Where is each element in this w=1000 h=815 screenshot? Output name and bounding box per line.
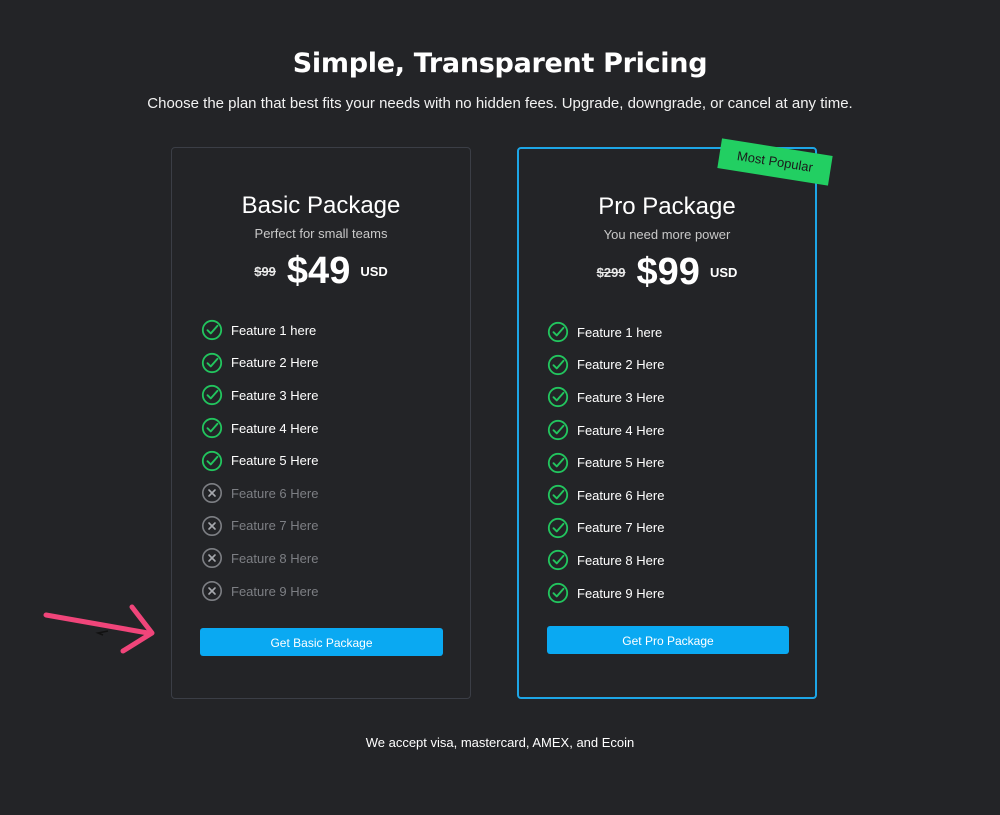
feature-label: Feature 4 Here — [231, 420, 319, 436]
feature-item: Feature 3 Here — [201, 379, 318, 412]
feature-item: Feature 8 Here — [201, 542, 318, 575]
currency-label: USD — [360, 263, 388, 279]
feature-item: Feature 5 Here — [547, 446, 664, 479]
check-circle-icon — [547, 452, 569, 474]
price-row: $299 $99 USD — [519, 249, 815, 295]
feature-label: Feature 1 here — [231, 322, 317, 338]
arrow-annotation-icon — [43, 604, 155, 654]
currency-label: USD — [709, 264, 738, 280]
price-row: $99 $49 USD — [172, 248, 470, 294]
check-circle-icon — [547, 354, 569, 376]
old-price: $99 — [254, 263, 276, 279]
feature-item: Feature 2 Here — [201, 347, 318, 380]
feature-list: Feature 1 here Feature 2 Here Feature 3 He… — [547, 316, 664, 609]
feature-item: Feature 9 Here — [201, 575, 318, 608]
feature-label: Feature 4 Here — [577, 422, 665, 438]
check-circle-icon — [547, 419, 569, 441]
feature-label: Feature 3 Here — [231, 387, 319, 403]
feature-item: Feature 1 here — [547, 316, 664, 349]
plan-name: Pro Package — [598, 193, 736, 220]
feature-label: Feature 8 Here — [577, 552, 665, 568]
get-pro-package-button[interactable]: Get Pro Package — [547, 626, 789, 654]
feature-label: Feature 7 Here — [231, 518, 319, 534]
current-price: $99 — [636, 250, 700, 293]
page-subtitle: Choose the plan that best fits your need… — [147, 95, 853, 112]
feature-item: Feature 6 Here — [547, 479, 664, 512]
x-circle-icon — [201, 482, 223, 504]
feature-label: Feature 5 Here — [231, 453, 319, 469]
check-circle-icon — [201, 319, 223, 341]
feature-label: Feature 3 Here — [577, 389, 665, 405]
feature-list: Feature 1 here Feature 2 Here Feature 3 He… — [201, 314, 318, 607]
feature-label: Feature 7 Here — [577, 520, 665, 536]
feature-item: Feature 3 Here — [547, 381, 664, 414]
feature-item: Feature 8 Here — [547, 544, 664, 577]
feature-label: Feature 9 Here — [577, 585, 665, 601]
feature-label: Feature 1 here — [577, 324, 663, 340]
plan-description: Perfect for small teams — [254, 226, 388, 241]
check-circle-icon — [547, 484, 569, 506]
old-price: $299 — [596, 264, 626, 280]
check-circle-icon — [201, 384, 223, 406]
pro-plan-card: Pro Package You need more power $299 $99… — [517, 147, 817, 699]
basic-plan-card: Basic Package Perfect for small teams $9… — [171, 147, 471, 699]
check-circle-icon — [547, 517, 569, 539]
check-circle-icon — [201, 352, 223, 374]
current-price: $49 — [286, 249, 351, 292]
x-circle-icon — [201, 547, 223, 569]
check-circle-icon — [201, 450, 223, 472]
feature-label: Feature 8 Here — [231, 550, 319, 566]
check-circle-icon — [201, 417, 223, 439]
feature-label: Feature 2 Here — [577, 357, 665, 373]
feature-item: Feature 6 Here — [201, 477, 318, 510]
check-circle-icon — [547, 321, 569, 343]
feature-label: Feature 9 Here — [231, 583, 319, 599]
feature-item: Feature 7 Here — [547, 512, 664, 545]
feature-item: Feature 7 Here — [201, 510, 318, 543]
payment-note: We accept visa, mastercard, AMEX, and Ec… — [365, 735, 635, 750]
feature-item: Feature 9 Here — [547, 577, 664, 610]
x-circle-icon — [201, 515, 223, 537]
feature-label: Feature 6 Here — [577, 487, 665, 503]
get-basic-package-button[interactable]: Get Basic Package — [200, 628, 443, 656]
feature-label: Feature 6 Here — [231, 485, 319, 501]
x-circle-icon — [201, 580, 223, 602]
pricing-page: Simple, Transparent Pricing Choose the p… — [0, 0, 1000, 815]
check-circle-icon — [547, 582, 569, 604]
feature-item: Feature 5 Here — [201, 444, 318, 477]
page-title: Simple, Transparent Pricing — [292, 48, 708, 79]
check-circle-icon — [547, 386, 569, 408]
plan-description: You need more power — [603, 227, 731, 242]
feature-item: Feature 2 Here — [547, 349, 664, 382]
feature-label: Feature 2 Here — [231, 355, 319, 371]
feature-label: Feature 5 Here — [577, 455, 665, 471]
feature-item: Feature 4 Here — [201, 412, 318, 445]
feature-item: Feature 1 here — [201, 314, 318, 347]
check-circle-icon — [547, 549, 569, 571]
plan-name: Basic Package — [241, 192, 401, 219]
feature-item: Feature 4 Here — [547, 414, 664, 447]
